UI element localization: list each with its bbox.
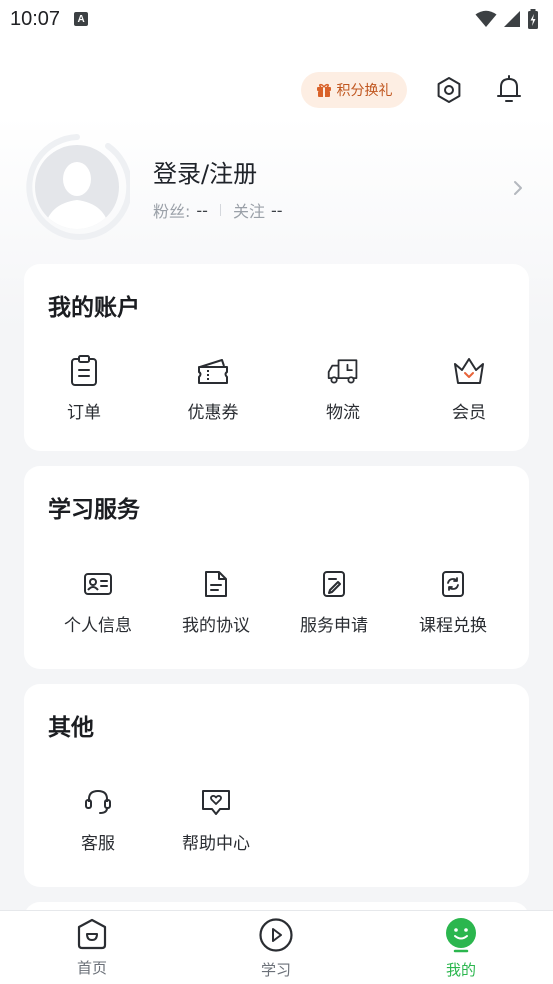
battery-icon [528, 9, 538, 29]
settings-hexagon-icon [437, 77, 461, 103]
points-exchange-label: 积分换礼 [336, 83, 393, 99]
coupons-item[interactable]: 优惠券 [153, 354, 273, 423]
play-icon [259, 918, 293, 952]
bottom-navigation: 首页 学习 我的 [0, 910, 553, 984]
logistics-item[interactable]: 物流 [283, 354, 403, 423]
other-card: 其他 客服 帮助中心 [24, 684, 529, 887]
followers-value: -- [196, 200, 208, 220]
status-icons [475, 9, 539, 29]
nav-home[interactable]: 首页 [42, 917, 142, 978]
id-card-icon [84, 573, 112, 595]
gift-icon [316, 83, 331, 97]
home-icon [77, 918, 107, 950]
points-exchange-button[interactable]: 积分换礼 [301, 72, 407, 108]
profile-arrow[interactable] [510, 178, 526, 198]
stats-divider [219, 204, 221, 216]
nav-study-label: 学习 [260, 961, 291, 979]
study-services-title: 学习服务 [48, 497, 140, 523]
account-card-title: 我的账户 [48, 295, 140, 321]
headset-icon [85, 789, 111, 814]
account-card: 我的账户 订单 优惠券 物流 会员 [24, 264, 529, 451]
wifi-icon [475, 10, 497, 27]
help-center-label: 帮助中心 [182, 834, 250, 854]
avatar-placeholder-icon [26, 134, 133, 240]
orders-label: 订单 [67, 403, 101, 423]
membership-label: 会员 [452, 403, 486, 423]
followers-label: 粉丝: [153, 202, 191, 221]
help-chat-icon [202, 790, 230, 815]
customer-service-item[interactable]: 客服 [38, 785, 158, 854]
following-value: -- [270, 200, 283, 220]
coupon-icon [198, 359, 228, 384]
logistics-label: 物流 [326, 403, 360, 423]
other-card-title: 其他 [48, 715, 94, 741]
signal-icon [504, 11, 520, 27]
nav-mine-label: 我的 [445, 961, 476, 979]
personal-info-item[interactable]: 个人信息 [38, 567, 158, 636]
notification-icon: A [74, 12, 89, 26]
service-application-label: 服务申请 [300, 616, 368, 636]
membership-item[interactable]: 会员 [409, 354, 529, 423]
customer-service-label: 客服 [81, 834, 115, 854]
my-agreements-label: 我的协议 [182, 616, 250, 636]
smile-icon [446, 918, 476, 953]
notifications-button[interactable] [493, 73, 525, 105]
status-bar: 10:07 A [0, 0, 553, 38]
exchange-icon [442, 571, 464, 597]
avatar[interactable] [24, 134, 133, 240]
coupons-label: 优惠券 [187, 403, 239, 423]
course-exchange-item[interactable]: 课程兑换 [393, 567, 513, 636]
crown-icon [454, 358, 484, 384]
help-center-item[interactable]: 帮助中心 [156, 785, 276, 854]
profile-stats: 粉丝: -- 关注 -- [153, 198, 283, 222]
document-icon [205, 571, 227, 597]
orders-item[interactable]: 订单 [24, 354, 144, 423]
truck-icon [327, 359, 358, 384]
study-services-card: 学习服务 个人信息 我的协议 服务申请 课程兑换 [24, 466, 529, 669]
login-register-link[interactable]: 登录/注册 [153, 154, 257, 189]
settings-button[interactable] [433, 74, 465, 106]
following-label: 关注 [232, 202, 265, 221]
my-agreements-item[interactable]: 我的协议 [156, 567, 276, 636]
edit-document-icon [323, 571, 345, 597]
course-exchange-label: 课程兑换 [419, 616, 487, 636]
chevron-right-icon [514, 181, 522, 195]
nav-home-label: 首页 [76, 959, 107, 977]
status-time: 10:07 [10, 7, 61, 30]
bell-icon [497, 75, 521, 102]
nav-study[interactable]: 学习 [226, 917, 326, 980]
personal-info-label: 个人信息 [64, 616, 132, 636]
service-application-item[interactable]: 服务申请 [274, 567, 394, 636]
clipboard-icon [71, 355, 97, 386]
nav-mine[interactable]: 我的 [411, 917, 511, 980]
